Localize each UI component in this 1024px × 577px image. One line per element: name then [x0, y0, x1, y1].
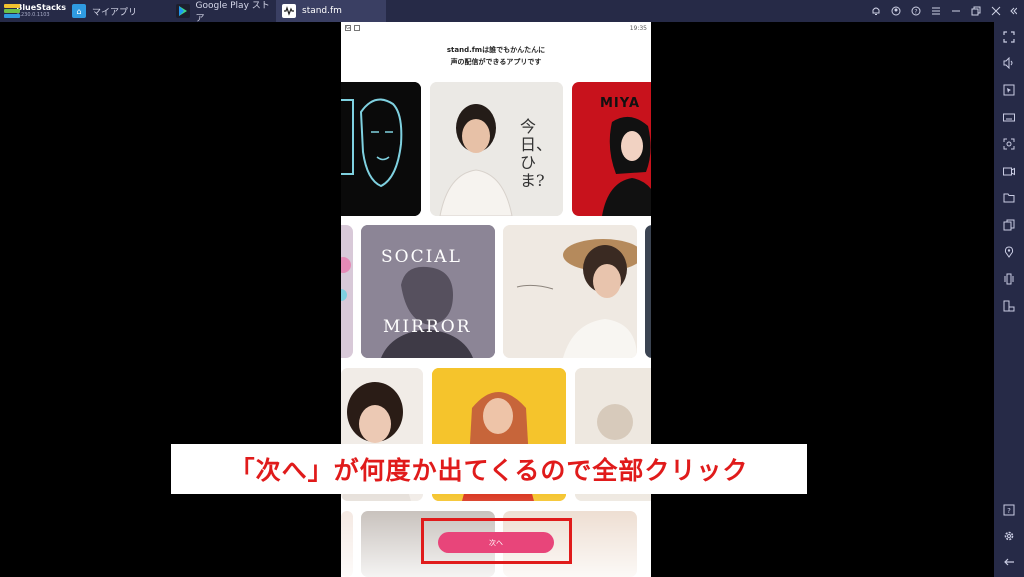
instruction-caption: 「次へ」が何度か出てくるので全部クリック	[171, 444, 807, 494]
status-bar: G 19:35	[341, 22, 651, 34]
back-icon[interactable]	[1001, 554, 1017, 570]
screenshot-icon[interactable]	[1001, 136, 1017, 152]
bluestacks-logo-icon	[4, 4, 20, 18]
tab-standfm[interactable]: stand.fm	[276, 0, 386, 22]
next-button-highlight-box	[421, 518, 572, 564]
minimize-icon[interactable]	[946, 0, 966, 22]
volume-icon[interactable]	[1001, 55, 1017, 71]
tab-label: マイアプリ	[92, 7, 138, 18]
help-icon[interactable]: ?	[1001, 502, 1017, 518]
menu-icon[interactable]	[926, 0, 946, 22]
play-store-icon	[176, 4, 190, 18]
home-icon: ⌂	[72, 4, 86, 18]
rotate-icon[interactable]	[1001, 298, 1017, 314]
tab-google-play[interactable]: Google Play ストア	[170, 0, 276, 24]
cover-image-hat-portrait	[503, 225, 637, 358]
multi-instance-icon[interactable]	[1001, 217, 1017, 233]
cover-image-portrait: 今日、ひま?	[430, 82, 563, 216]
status-time: 19:35	[629, 24, 647, 32]
cover-image-illustration	[341, 82, 421, 216]
standfm-icon	[282, 4, 296, 18]
cover-image-miya: MIYA	[572, 82, 651, 216]
bluestacks-brand: BlueStacks 4.230.0.1103	[0, 0, 66, 22]
headline-line-1: stand.fmは誰でもかんたんに	[446, 46, 546, 54]
notification-icon	[354, 25, 360, 31]
title-bar: BlueStacks 4.230.0.1103 ⌂ マイアプリ Google P…	[0, 0, 1024, 24]
bell-icon[interactable]	[866, 0, 886, 22]
cursor-icon[interactable]	[1001, 82, 1017, 98]
tab-my-apps[interactable]: ⌂ マイアプリ	[66, 0, 170, 22]
right-toolbar: ?	[994, 22, 1024, 577]
window-controls: ?	[866, 0, 1024, 22]
social-text: SOCIAL	[381, 247, 462, 267]
app-version: 4.230.0.1103	[16, 12, 50, 18]
onboarding-headline: stand.fmは誰でもかんたんに 声の配信ができるアプリです	[341, 44, 651, 68]
svg-text:?: ?	[914, 9, 917, 16]
hima-text: 今日、ひま?	[520, 117, 553, 190]
record-icon[interactable]	[1001, 163, 1017, 179]
mirror-text: MIRROR	[383, 317, 472, 337]
fullscreen-icon[interactable]	[1001, 29, 1017, 45]
cover-image-partial-right	[645, 225, 651, 358]
location-icon[interactable]	[1001, 244, 1017, 260]
tab-label: stand.fm	[302, 6, 342, 16]
account-icon[interactable]	[886, 0, 906, 22]
collapse-sidebar-icon[interactable]	[1006, 0, 1020, 22]
keyboard-icon[interactable]	[1001, 109, 1017, 125]
bluestacks-window: BlueStacks 4.230.0.1103 ⌂ マイアプリ Google P…	[0, 0, 1024, 577]
restore-icon[interactable]	[966, 0, 986, 22]
help-icon[interactable]: ?	[906, 0, 926, 22]
cover-image-partial-left	[341, 225, 353, 358]
settings-icon[interactable]	[1001, 528, 1017, 544]
google-icon: G	[345, 25, 351, 31]
close-icon[interactable]	[986, 0, 1006, 22]
headline-line-2: 声の配信ができるアプリです	[450, 58, 542, 66]
folder-icon[interactable]	[1001, 190, 1017, 206]
app-name: BlueStacks	[16, 3, 66, 12]
shake-icon[interactable]	[1001, 271, 1017, 287]
cover-image-social-mirror: SOCIAL MIRROR	[361, 225, 495, 358]
tab-label: Google Play ストア	[195, 1, 270, 24]
svg-text:?: ?	[1007, 507, 1011, 515]
